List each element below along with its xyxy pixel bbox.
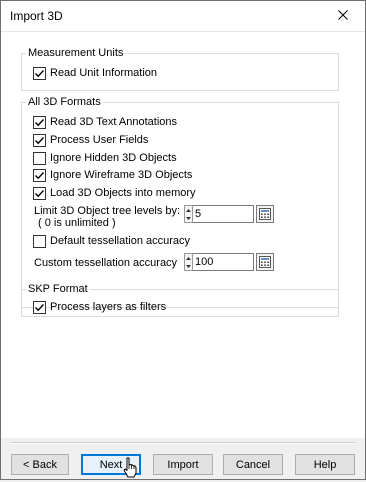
checkbox-box [33, 234, 46, 248]
ignore-wireframe-3d-objects-label: Ignore Wireframe 3D Objects [50, 169, 193, 181]
back-button[interactable]: < Back [11, 454, 69, 475]
spin-up-icon [186, 256, 191, 260]
skp-format-legend: SKP Format [28, 283, 88, 295]
dialog-content: Measurement Units Read Unit Information … [1, 32, 365, 438]
checkbox-box [33, 300, 46, 314]
checkbox-box [33, 66, 46, 80]
custom-tessellation-input[interactable]: 100 [193, 253, 254, 271]
checkmark-icon [35, 136, 45, 144]
read-3d-text-annotations-label: Read 3D Text Annotations [50, 116, 177, 128]
spin-down-icon [186, 216, 191, 220]
process-layers-as-filters-checkbox[interactable]: Process layers as filters [33, 299, 166, 315]
checkmark-icon [35, 118, 45, 126]
read-unit-information-label: Read Unit Information [50, 67, 157, 79]
custom-tessellation-spin-arrows[interactable] [184, 253, 193, 271]
ignore-hidden-3d-objects-label: Ignore Hidden 3D Objects [50, 152, 177, 164]
spin-up-icon [186, 208, 191, 212]
checkmark-icon [35, 171, 45, 179]
measurement-units-legend: Measurement Units [28, 47, 124, 59]
window-title: Import 3D [10, 9, 63, 23]
help-button[interactable]: Help [295, 454, 355, 475]
tree-levels-spin-arrows[interactable] [184, 205, 193, 223]
checkmark-icon [35, 69, 45, 77]
checkbox-box [33, 115, 46, 129]
checkmark-icon [35, 303, 45, 311]
custom-tessellation-accuracy-label: Custom tessellation accuracy [34, 257, 178, 269]
process-user-fields-label: Process User Fields [50, 134, 149, 146]
default-tessellation-accuracy-label: Default tessellation accuracy [50, 235, 191, 247]
footer-separator [11, 442, 355, 444]
import-3d-dialog: Import 3D Measurement Units Read Unit In… [0, 0, 366, 480]
tree-levels-input[interactable]: 5 [193, 205, 254, 223]
tree-levels-spinner[interactable]: 5 [184, 205, 274, 223]
tree-levels-label: Limit 3D Object tree levels by: ( 0 is u… [34, 205, 180, 229]
default-tessellation-accuracy-checkbox[interactable]: Default tessellation accuracy [33, 233, 190, 249]
ignore-wireframe-3d-objects-checkbox[interactable]: Ignore Wireframe 3D Objects [33, 167, 192, 183]
checkbox-box [33, 168, 46, 182]
close-button[interactable] [321, 1, 365, 31]
tree-levels-label-line2: ( 0 is unlimited ) [38, 217, 116, 229]
checkbox-box [33, 186, 46, 200]
close-icon [338, 9, 348, 23]
import-button[interactable]: Import [153, 454, 213, 475]
process-user-fields-checkbox[interactable]: Process User Fields [33, 132, 148, 148]
calculator-icon [259, 256, 271, 268]
all-3d-formats-legend: All 3D Formats [28, 96, 101, 108]
ignore-hidden-3d-objects-checkbox[interactable]: Ignore Hidden 3D Objects [33, 150, 177, 166]
read-3d-text-annotations-checkbox[interactable]: Read 3D Text Annotations [33, 114, 177, 130]
load-3d-objects-into-memory-checkbox[interactable]: Load 3D Objects into memory [33, 185, 196, 201]
custom-tessellation-calculator-button[interactable] [256, 253, 274, 271]
tree-levels-calculator-button[interactable] [256, 205, 274, 223]
next-button[interactable]: Next [81, 454, 141, 475]
dialog-footer: < Back Next Import Cancel Help [1, 438, 365, 479]
process-layers-as-filters-label: Process layers as filters [50, 301, 167, 313]
checkbox-box [33, 133, 46, 147]
tree-levels-label-line1: Limit 3D Object tree levels by: [34, 205, 181, 217]
load-3d-objects-into-memory-label: Load 3D Objects into memory [50, 187, 196, 199]
cancel-button[interactable]: Cancel [223, 454, 283, 475]
calculator-icon [259, 208, 271, 220]
title-bar: Import 3D [1, 1, 365, 32]
checkbox-box [33, 151, 46, 165]
checkmark-icon [35, 189, 45, 197]
spin-down-icon [186, 264, 191, 268]
read-unit-information-checkbox[interactable]: Read Unit Information [33, 65, 157, 81]
custom-tessellation-spinner[interactable]: 100 [184, 253, 274, 271]
